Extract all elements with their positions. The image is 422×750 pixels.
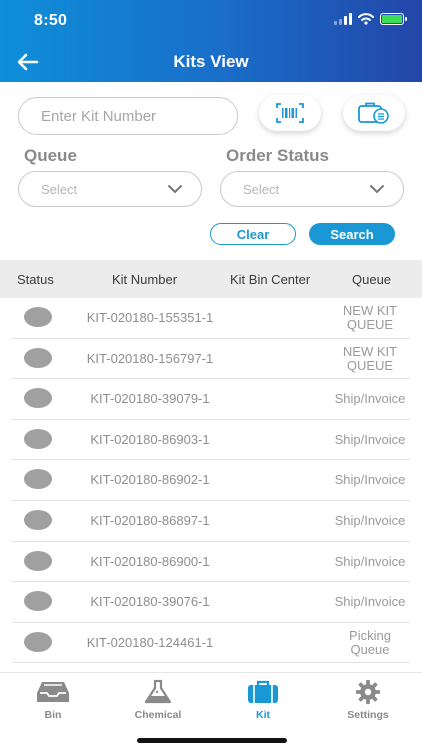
signal-icon — [334, 13, 352, 25]
order-status-label: Order Status — [226, 146, 329, 165]
status-indicator — [24, 428, 52, 449]
inbox-tray-icon — [37, 682, 69, 702]
column-queue: Queue — [352, 272, 392, 287]
column-status: Status — [17, 272, 54, 287]
column-kit-bin-center: Kit Bin Center — [230, 272, 311, 287]
status-indicator — [24, 469, 52, 490]
status-indicator — [24, 631, 52, 652]
chevron-down-icon — [370, 185, 384, 193]
queue-value: Ship/Invoice — [334, 594, 406, 610]
kit-number: KIT-020180-86900-1 — [90, 553, 210, 569]
queue-select[interactable]: Select — [18, 171, 202, 207]
status-indicator — [24, 550, 52, 571]
queue-value: NEW KIT QUEUE — [342, 343, 398, 373]
kit-number: KIT-020180-86903-1 — [90, 431, 210, 447]
clear-button[interactable]: Clear — [210, 223, 296, 245]
chevron-down-icon — [168, 185, 182, 193]
table-row[interactable]: KIT-020180-156797-1 NEW KIT QUEUE — [0, 339, 422, 380]
kit-number: KIT-020180-39076-1 — [90, 594, 210, 610]
gear-icon — [355, 679, 381, 705]
table-row[interactable]: KIT-020180-39079-1 Ship/Invoice — [0, 379, 422, 420]
tab-kit-label: Kit — [256, 709, 270, 721]
status-icons — [334, 13, 407, 25]
queue-value: NEW KIT QUEUE — [342, 303, 398, 332]
table-header: Status Kit Number Kit Bin Center Queue — [0, 260, 422, 298]
tab-chemical-label: Chemical — [134, 709, 182, 721]
table-row[interactable]: KIT-020180-86897-1 Ship/Invoice — [0, 501, 422, 542]
status-indicator — [24, 591, 52, 612]
table-row[interactable]: KIT-020180-86902-1 Ship/Invoice — [0, 460, 422, 501]
kit-list: KIT-020180-155351-1 NEW KIT QUEUE KIT-020… — [0, 298, 422, 672]
kit-number: KIT-020180-124461-1 — [86, 634, 214, 650]
order-status-select[interactable]: Select — [220, 171, 404, 207]
kit-number: KIT-020180-155351-1 — [86, 310, 214, 325]
queue-label: Queue — [24, 146, 77, 165]
kit-number: KIT-020180-86902-1 — [90, 472, 210, 488]
table-row[interactable]: KIT-020180-155351-1 NEW KIT QUEUE — [0, 298, 422, 339]
tab-chemical[interactable]: Chemical — [118, 679, 198, 725]
wifi-icon — [358, 13, 374, 25]
column-kit-number: Kit Number — [112, 272, 178, 287]
scan-button[interactable] — [259, 95, 321, 131]
queue-value: Ship/Invoice — [334, 553, 406, 569]
queue-value: Ship/Invoice — [334, 513, 406, 528]
status-indicator — [24, 388, 52, 409]
queue-value: Ship/Invoice — [334, 431, 406, 447]
queue-value: Ship/Invoice — [334, 391, 406, 407]
table-row[interactable]: KIT-020180-86903-1 Ship/Invoice — [0, 420, 422, 461]
tab-kit[interactable]: Kit — [223, 679, 303, 725]
tab-bin-label: Bin — [44, 709, 62, 721]
app-header: 8:50 Kits View — [0, 0, 422, 82]
kit-number: KIT-020180-39079-1 — [90, 391, 210, 407]
search-button[interactable]: Search — [309, 223, 395, 245]
queue-value: Picking Queue — [349, 627, 391, 657]
status-indicator — [24, 347, 52, 368]
kit-number: KIT-020180-86897-1 — [90, 513, 210, 528]
nav-bar: Kits View — [0, 44, 422, 80]
status-bar: 8:50 — [0, 10, 422, 34]
clock: 8:50 — [34, 12, 68, 29]
flask-icon — [144, 679, 172, 704]
table-row[interactable]: KIT-020180-124461-1 Picking Queue — [0, 623, 422, 664]
queue-select-value: Select — [41, 182, 78, 197]
status-indicator — [24, 307, 52, 327]
kit-list-icon — [358, 102, 389, 124]
home-indicator — [137, 738, 287, 743]
table-row[interactable]: KIT-020180-39076-1 Ship/Invoice — [0, 582, 422, 623]
kit-number: KIT-020180-156797-1 — [86, 350, 214, 366]
briefcase-icon — [248, 680, 278, 703]
queue-value: Ship/Invoice — [334, 472, 406, 488]
battery-icon — [380, 13, 407, 25]
barcode-scan-icon — [276, 103, 304, 123]
tab-settings-label: Settings — [347, 709, 389, 721]
table-row[interactable]: KIT-020180-86900-1 Ship/Invoice — [0, 542, 422, 583]
page-title: Kits View — [173, 52, 249, 71]
kit-number-input[interactable] — [18, 97, 238, 135]
kit-list-button[interactable] — [343, 95, 405, 131]
tab-bin[interactable]: Bin — [13, 679, 93, 725]
tab-settings[interactable]: Settings — [328, 679, 408, 725]
order-status-select-value: Select — [243, 182, 280, 197]
status-indicator — [24, 510, 52, 530]
